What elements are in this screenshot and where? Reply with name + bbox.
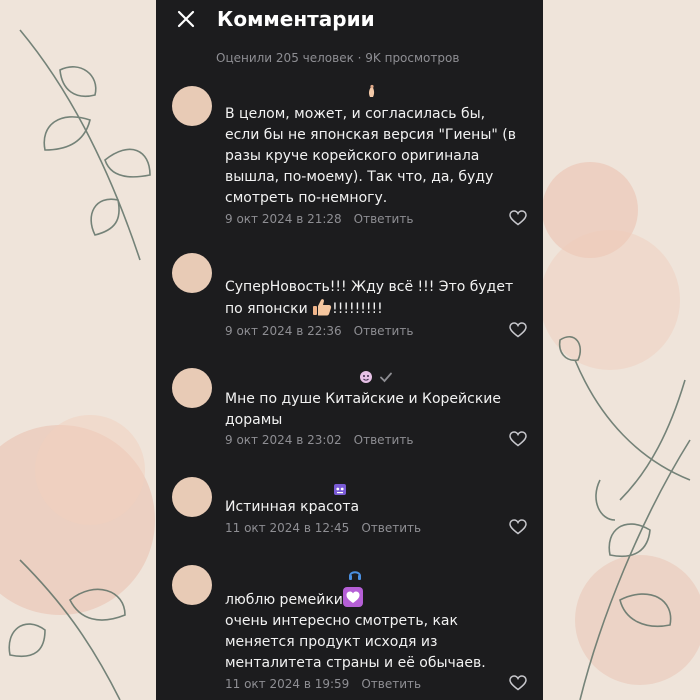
reply-button[interactable]: Ответить bbox=[354, 324, 414, 338]
comment-text-part: люблю ремейки bbox=[225, 592, 343, 608]
comment-meta: 11 окт 2024 в 19:59 Ответить bbox=[225, 676, 421, 692]
comment-text-part: очень интересно смотреть, как меняется п… bbox=[225, 613, 486, 671]
comment-date: 9 окт 2024 в 21:28 bbox=[225, 212, 342, 226]
avatar[interactable] bbox=[172, 86, 212, 126]
comment-date: 11 окт 2024 в 19:59 bbox=[225, 677, 350, 691]
reply-button[interactable]: Ответить bbox=[361, 521, 421, 535]
thumbs-up-icon bbox=[313, 299, 332, 316]
avatar[interactable] bbox=[172, 253, 212, 293]
headphones-icon bbox=[349, 571, 361, 580]
reply-button[interactable]: Ответить bbox=[361, 677, 421, 691]
comment-date: 9 окт 2024 в 22:36 bbox=[225, 324, 342, 338]
comments-stats: Оценили 205 человек · 9K просмотров bbox=[216, 51, 460, 65]
comment-text: СуперНовость!!! Жду всё !!! Это будет по… bbox=[225, 277, 525, 320]
comment-text-part: !!!!!!!!! bbox=[332, 301, 383, 317]
comments-panel: Комментарии Оценили 205 человек · 9K про… bbox=[156, 0, 543, 700]
comment-meta: 9 окт 2024 в 23:02 Ответить bbox=[225, 432, 413, 448]
comments-header: Комментарии Оценили 205 человек · 9K про… bbox=[156, 0, 543, 80]
comment-text: Истинная красота bbox=[225, 499, 360, 515]
robot-face-icon bbox=[334, 484, 346, 495]
close-icon[interactable] bbox=[174, 7, 198, 31]
reply-button[interactable]: Ответить bbox=[354, 433, 414, 447]
comment-text: Мне по душе Китайские и Корейские дорамы bbox=[225, 391, 502, 428]
comment-date: 9 окт 2024 в 23:02 bbox=[225, 433, 342, 447]
comment-meta: 11 окт 2024 в 12:45 Ответить bbox=[225, 520, 421, 536]
heart-icon[interactable] bbox=[509, 431, 527, 447]
comment-date: 11 окт 2024 в 12:45 bbox=[225, 521, 350, 535]
avatar[interactable] bbox=[172, 565, 212, 605]
heart-icon[interactable] bbox=[509, 210, 527, 226]
avatar[interactable] bbox=[172, 477, 212, 517]
white-heart-icon bbox=[342, 587, 363, 607]
avatar[interactable] bbox=[172, 368, 212, 408]
heart-icon[interactable] bbox=[509, 322, 527, 338]
sparkle-face-icon bbox=[360, 371, 372, 383]
checkmark-icon bbox=[380, 372, 392, 383]
page-title: Комментарии bbox=[217, 7, 375, 31]
reply-button[interactable]: Ответить bbox=[354, 212, 414, 226]
pinched-fingers-icon bbox=[368, 84, 375, 97]
comment-text: люблю ремейки очень интересно смотреть, … bbox=[225, 587, 525, 674]
comment-meta: 9 окт 2024 в 21:28 Ответить bbox=[225, 211, 413, 227]
comment-meta: 9 окт 2024 в 22:36 Ответить bbox=[225, 323, 413, 339]
heart-icon[interactable] bbox=[509, 675, 527, 691]
heart-icon[interactable] bbox=[509, 519, 527, 535]
comment-text: В целом, может, и согласилась бы, если б… bbox=[225, 106, 516, 206]
